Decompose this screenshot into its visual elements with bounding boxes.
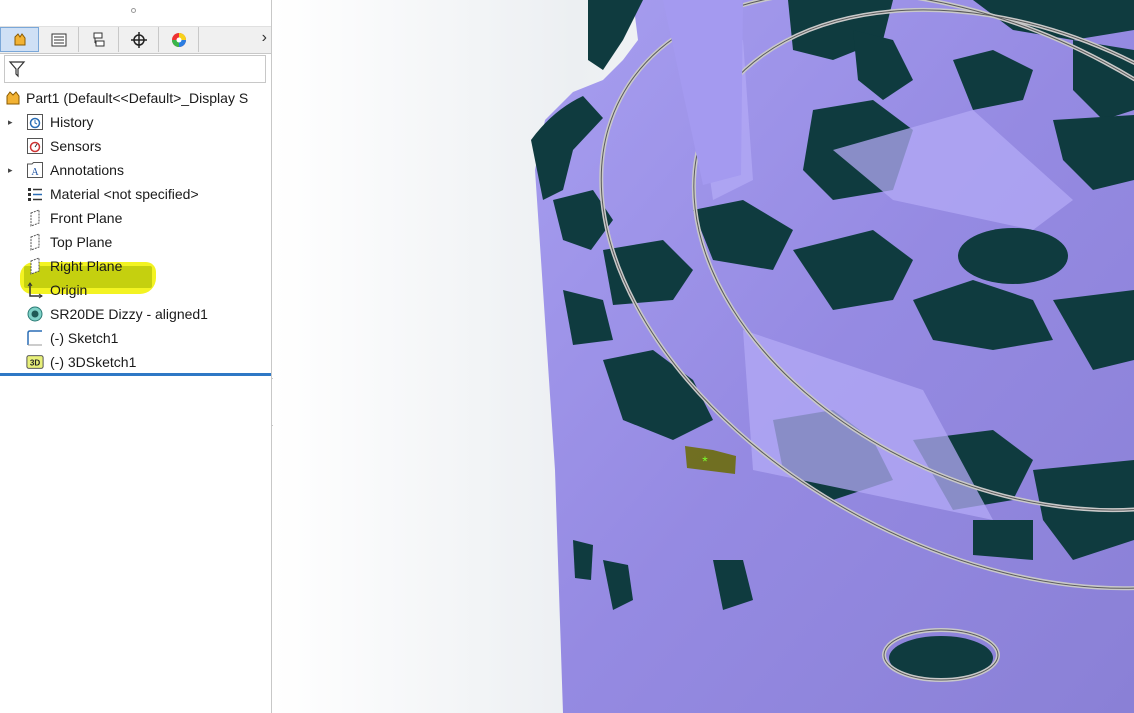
tree-root-part1[interactable]: Part1 (Default<<Default>_Display S	[0, 86, 271, 110]
tree-item-label: Right Plane	[50, 258, 123, 274]
sensors-icon	[26, 137, 44, 155]
tree-item-sketch1[interactable]: (-) Sketch1	[0, 326, 271, 350]
tree-item-material[interactable]: Material <not specified>	[0, 182, 271, 206]
tree-item-label: History	[50, 114, 94, 130]
expand-arrow-icon[interactable]: ▸	[8, 165, 16, 176]
root-label: Part1 (Default<<Default>_Display S	[26, 90, 249, 106]
tree-item-history[interactable]: ▸ History	[0, 110, 271, 134]
display-manager-icon	[172, 32, 186, 47]
manager-tab-bar: ›	[0, 27, 271, 54]
panel-resize-grip[interactable]	[0, 0, 271, 27]
tree-item-top-plane[interactable]: Top Plane	[0, 230, 271, 254]
tree-item-mesh-body[interactable]: SR20DE Dizzy - aligned1	[0, 302, 271, 326]
tree-item-label: Annotations	[50, 162, 124, 178]
tab-dimxpert-manager[interactable]	[120, 27, 159, 52]
property-manager-icon	[51, 33, 67, 46]
model-view[interactable]: *	[273, 0, 1134, 713]
tree-item-label: (-) 3DSketch1	[50, 354, 137, 370]
tree-item-3dsketch1[interactable]: 3D (-) 3DSketch1	[0, 350, 271, 374]
tree-item-right-plane[interactable]: Right Plane	[0, 254, 271, 278]
tab-display-manager[interactable]	[160, 27, 199, 52]
sketch-point-marker[interactable]: *	[702, 453, 708, 469]
feature-manager-panel: › Part1 (Default<<Default>_Display S ▸ H…	[0, 0, 272, 713]
plane-icon	[26, 257, 44, 275]
plane-icon	[26, 233, 44, 251]
svg-text:A: A	[31, 167, 39, 178]
tree-filter-field[interactable]	[4, 55, 266, 83]
tree-rollback-bar[interactable]	[0, 373, 271, 376]
part-icon	[4, 89, 22, 107]
tree-item-label: Sensors	[50, 138, 102, 154]
configuration-manager-icon	[93, 32, 105, 46]
tree-item-sensors[interactable]: Sensors	[0, 134, 271, 158]
tree-item-label: Material <not specified>	[50, 186, 199, 202]
sketch-icon	[26, 329, 44, 347]
tab-configuration-manager[interactable]	[80, 27, 119, 52]
grip-dot[interactable]	[131, 8, 136, 13]
plane-icon	[26, 209, 44, 227]
annotations-icon: A	[26, 161, 44, 179]
tab-feature-manager[interactable]	[0, 27, 39, 52]
tree-item-label: Top Plane	[50, 234, 113, 250]
graphics-viewport[interactable]: *	[273, 0, 1134, 713]
material-icon	[26, 185, 44, 203]
feature-manager-icon	[14, 32, 25, 45]
dimxpert-manager-icon	[131, 31, 147, 48]
tree-item-front-plane[interactable]: Front Plane	[0, 206, 271, 230]
tree-item-label: Front Plane	[50, 210, 123, 226]
tree-item-origin[interactable]: Origin	[0, 278, 271, 302]
3d-sketch-icon: 3D	[26, 353, 44, 371]
history-icon	[26, 113, 44, 131]
more-tabs-arrow[interactable]: ›	[262, 29, 267, 47]
tree-item-label: SR20DE Dizzy - aligned1	[50, 306, 208, 322]
tree-item-label: Origin	[50, 282, 88, 298]
svg-text:3D: 3D	[30, 359, 40, 368]
filter-icon[interactable]	[8, 59, 26, 79]
tree-item-annotations[interactable]: ▸ A Annotations	[0, 158, 271, 182]
tree-item-label: (-) Sketch1	[50, 330, 119, 346]
tab-property-manager[interactable]	[40, 27, 79, 52]
origin-icon	[26, 281, 44, 299]
expand-arrow-icon[interactable]: ▸	[8, 117, 16, 128]
mesh-body-icon	[26, 305, 44, 323]
